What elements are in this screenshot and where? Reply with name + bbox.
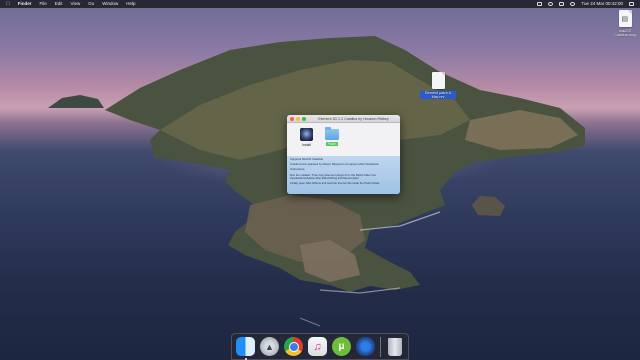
document-icon: ▤ (618, 10, 632, 27)
app-icon (300, 128, 313, 141)
finder-dock-icon[interactable] (236, 337, 255, 360)
folder-icon (325, 127, 339, 140)
installer-window[interactable]: Element 3D 2.2 Catalina by Houston Ribbe… (287, 115, 400, 194)
instructions-panel: Supports MacOS Catalina! Cracked and rep… (287, 156, 400, 194)
battery-icon[interactable] (559, 2, 565, 6)
itunes-dock-icon[interactable]: ♫ (308, 337, 327, 356)
dock-separator (380, 336, 381, 357)
install-app-item[interactable]: Install (300, 128, 313, 147)
desktop-file-patch-label: Element patch & Mac rev (420, 91, 456, 100)
desktop-file-patch[interactable]: Element patch & Mac rev (420, 72, 456, 100)
control-center-icon[interactable] (629, 2, 634, 6)
menu-edit[interactable]: Edit (55, 0, 63, 8)
patch-label: Patch (326, 141, 338, 146)
apple-icon[interactable]:  (6, 0, 10, 8)
airplay-icon[interactable] (537, 2, 543, 6)
instruction-line: Instructions: (290, 167, 306, 172)
menubar-clock[interactable]: Tue 24 Mar 00:42:00 (581, 0, 623, 8)
menu-window[interactable]: Window (102, 0, 118, 8)
menu-finder[interactable]: Finder (18, 0, 32, 8)
menu-go[interactable]: Go (88, 0, 94, 8)
window-title: Element 3D 2.2 Catalina by Houston Ribbe… (318, 116, 389, 121)
document-icon (431, 72, 445, 89)
menu-file[interactable]: File (40, 0, 47, 8)
menu-view[interactable]: View (71, 0, 81, 8)
running-indicator (244, 357, 247, 360)
instruction-line: Finally open After Effects and load the … (290, 181, 380, 186)
spotlight-icon[interactable] (570, 2, 576, 6)
minimize-button[interactable] (296, 116, 300, 121)
instruction-line: Run the installer. Then copy Element plu… (290, 172, 376, 181)
dock: ▲ ♫ μ (231, 333, 409, 360)
window-titlebar[interactable]: Element 3D 2.2 Catalina by Houston Ribbe… (287, 115, 400, 123)
instruction-line: Supports MacOS Catalina! (290, 157, 324, 161)
traffic-lights (287, 116, 306, 121)
launchpad-dock-icon[interactable]: ▲ (260, 337, 279, 356)
patch-folder-item[interactable]: Patch (325, 127, 339, 146)
desktop-file-dmg-label: macOS Catalina.dmg (614, 29, 636, 38)
chrome-dock-icon[interactable] (284, 337, 303, 356)
utorrent-dock-icon[interactable]: μ (332, 337, 351, 356)
install-label: Install (302, 142, 311, 147)
menu-help[interactable]: Help (126, 0, 135, 8)
trash-dock-icon[interactable] (387, 337, 402, 356)
installer-items-panel: Install Patch (287, 123, 400, 156)
instruction-line: Cracked and repacked by Mason Ripperson … (290, 162, 380, 167)
close-button[interactable] (290, 116, 294, 121)
network-dock-icon[interactable] (356, 337, 375, 356)
status-area: Tue 24 Mar 00:42:00 (537, 0, 634, 8)
desktop-file-dmg[interactable]: ▤ macOS Catalina.dmg (612, 10, 638, 37)
menu-bar:  Finder File Edit View Go Window Help T… (0, 0, 640, 8)
wifi-icon[interactable] (548, 2, 554, 6)
zoom-button[interactable] (302, 116, 306, 121)
